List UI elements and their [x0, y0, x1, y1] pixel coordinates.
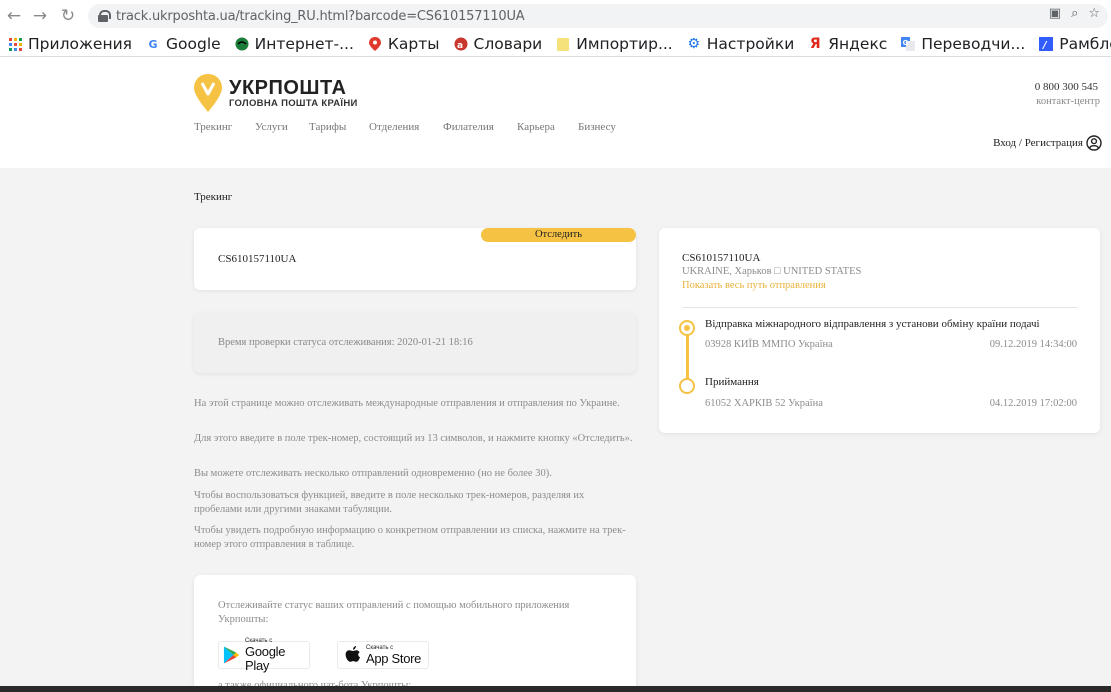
info-paragraph: Для этого введите в поле трек-номер, сос… — [194, 433, 633, 444]
timeline-dot-icon — [679, 378, 695, 394]
bookmark-label: Карты — [387, 35, 440, 53]
nav-philately[interactable]: Филателия — [443, 121, 517, 133]
show-full-path-link[interactable]: Показать весь путь отправления — [682, 280, 826, 291]
bookmark-yandex[interactable]: Я Яндекс — [808, 35, 887, 53]
reload-icon[interactable]: ↻ — [56, 4, 80, 28]
bookmark-label: Интернет-... — [254, 35, 354, 53]
site-header: УКРПОШТА ГОЛОВНА ПОШТА КРАЇНИ Трекинг Ус… — [0, 57, 1111, 168]
bookmark-label: Google — [166, 35, 221, 53]
gear-icon: ⚙ — [687, 36, 701, 52]
nav-career[interactable]: Карьера — [517, 121, 578, 133]
bookmark-maps[interactable]: Карты — [368, 35, 440, 53]
event-place: 03928 КИЇВ ММПО Україна — [705, 339, 833, 350]
result-route: UKRAINE, Харьков □ UNITED STATES — [682, 266, 862, 277]
taskbar-edge — [0, 686, 1111, 692]
main-nav: Трекинг Услуги Тарифы Отделения Филатели… — [194, 121, 616, 133]
login-label: Вход / Регистрация — [993, 137, 1083, 149]
bookmark-label: Переводчи... — [921, 35, 1026, 53]
tracking-result-card: CS610157110UA UKRAINE, Харьков □ UNITED … — [659, 228, 1100, 433]
info-paragraph: Чтобы воспользоваться функцией, введите … — [194, 490, 585, 515]
bookmark-label: Настройки — [706, 35, 795, 53]
address-bar[interactable]: track.ukrposhta.ua/tracking_RU.html?barc… — [88, 4, 1108, 28]
translate-icon: G — [901, 37, 916, 51]
globe-icon — [235, 37, 249, 51]
lock-icon — [98, 10, 111, 22]
bookmark-label: Яндекс — [828, 35, 888, 53]
nav-business[interactable]: Бизнесу — [578, 121, 616, 133]
login-link[interactable]: Вход / Регистрация — [993, 135, 1102, 151]
logo-name[interactable]: УКРПОШТА — [229, 77, 346, 100]
info-paragraph: Чтобы увидеть подробную информацию о кон… — [194, 525, 626, 550]
nav-offices[interactable]: Отделения — [369, 121, 443, 133]
contact-phone[interactable]: 0 800 300 545 — [1035, 81, 1098, 93]
nav-tariffs[interactable]: Тарифы — [309, 121, 369, 133]
zoom-icon[interactable]: ⌕ — [1071, 6, 1078, 21]
forward-arrow-icon[interactable]: → — [28, 4, 52, 28]
event-date: 04.12.2019 17:02:00 — [989, 398, 1077, 409]
bookmark-label: Рамблер -... — [1059, 35, 1111, 53]
page-title: Трекинг — [194, 191, 233, 203]
bookmark-dictionary[interactable]: a Словари — [454, 35, 543, 53]
google-play-icon — [223, 646, 240, 664]
nav-tracking[interactable]: Трекинг — [194, 121, 255, 133]
timeline-dot-active-icon — [679, 320, 695, 336]
svg-text:G: G — [903, 39, 909, 47]
bookmark-label: Импортир... — [576, 35, 673, 53]
google-play-label: Google Play — [245, 643, 286, 673]
result-barcode: CS610157110UA — [682, 252, 761, 264]
yandex-icon: Я — [809, 36, 821, 52]
rambler-icon: / — [1039, 37, 1054, 51]
app-store-label: App Store — [366, 650, 422, 666]
bookmark-translate[interactable]: G Переводчи... — [901, 35, 1025, 53]
mobile-app-card: Отслеживайте статус ваших отправлений с … — [194, 575, 636, 692]
bookmark-internet[interactable]: Интернет-... — [235, 35, 354, 53]
google-icon: G — [148, 37, 158, 51]
info-paragraph: Вы можете отслеживать несколько отправле… — [194, 468, 552, 479]
barcode-input[interactable]: CS610157110UA — [218, 253, 296, 265]
info-paragraph: На этой странице можно отслеживать между… — [194, 398, 620, 409]
apple-icon — [345, 645, 360, 662]
back-arrow-icon[interactable]: ← — [2, 4, 26, 28]
event-date: 09.12.2019 14:34:00 — [989, 339, 1077, 350]
event-title: Приймання — [705, 376, 759, 388]
divider — [682, 307, 1078, 308]
ukrposhta-logo-icon[interactable] — [194, 74, 222, 112]
bookmark-label: Словари — [473, 35, 543, 53]
bookmark-settings[interactable]: ⚙ Настройки — [687, 35, 795, 53]
bookmark-apps[interactable]: Приложения — [8, 35, 132, 53]
status-check-time: Время проверки статуса отслеживания: 202… — [218, 337, 473, 348]
maps-pin-icon — [368, 37, 382, 51]
apps-grid-icon — [8, 37, 22, 51]
contact-center-label: контакт-центр — [1036, 96, 1100, 107]
track-button[interactable]: Отследить — [481, 228, 636, 242]
event-title: Відправка міжнародного відправлення з ус… — [705, 318, 1040, 330]
logo-subtitle: ГОЛОВНА ПОШТА КРАЇНИ — [229, 98, 358, 109]
bookmark-rambler[interactable]: / Рамблер -... — [1039, 35, 1111, 53]
bookmark-google[interactable]: G Google — [146, 35, 221, 53]
user-icon — [1086, 135, 1102, 151]
address-url[interactable]: track.ukrposhta.ua/tracking_RU.html?barc… — [116, 9, 525, 24]
status-time-card: Время проверки статуса отслеживания: 202… — [194, 313, 636, 373]
browser-toolbar: ← → ↻ track.ukrposhta.ua/tracking_RU.htm… — [0, 0, 1111, 32]
bookmarks-bar: Приложения G Google Интернет-... Карты a… — [0, 32, 1111, 57]
folder-icon — [556, 37, 570, 51]
cast-icon[interactable]: ▣ — [1049, 6, 1061, 21]
nav-services[interactable]: Услуги — [255, 121, 309, 133]
google-play-button[interactable]: Скачать с Google Play — [218, 638, 310, 672]
app-store-button[interactable]: Скачать с App Store — [337, 641, 429, 669]
svg-text:a: a — [457, 41, 463, 51]
dictionary-icon: a — [454, 37, 468, 51]
event-place: 61052 ХАРКІВ 52 Україна — [705, 398, 823, 409]
bookmark-label: Приложения — [28, 35, 132, 53]
star-icon[interactable]: ☆ — [1088, 6, 1100, 21]
bookmark-import[interactable]: Импортир... — [556, 35, 673, 53]
mobile-app-text: Отслеживайте статус ваших отправлений с … — [218, 600, 570, 625]
